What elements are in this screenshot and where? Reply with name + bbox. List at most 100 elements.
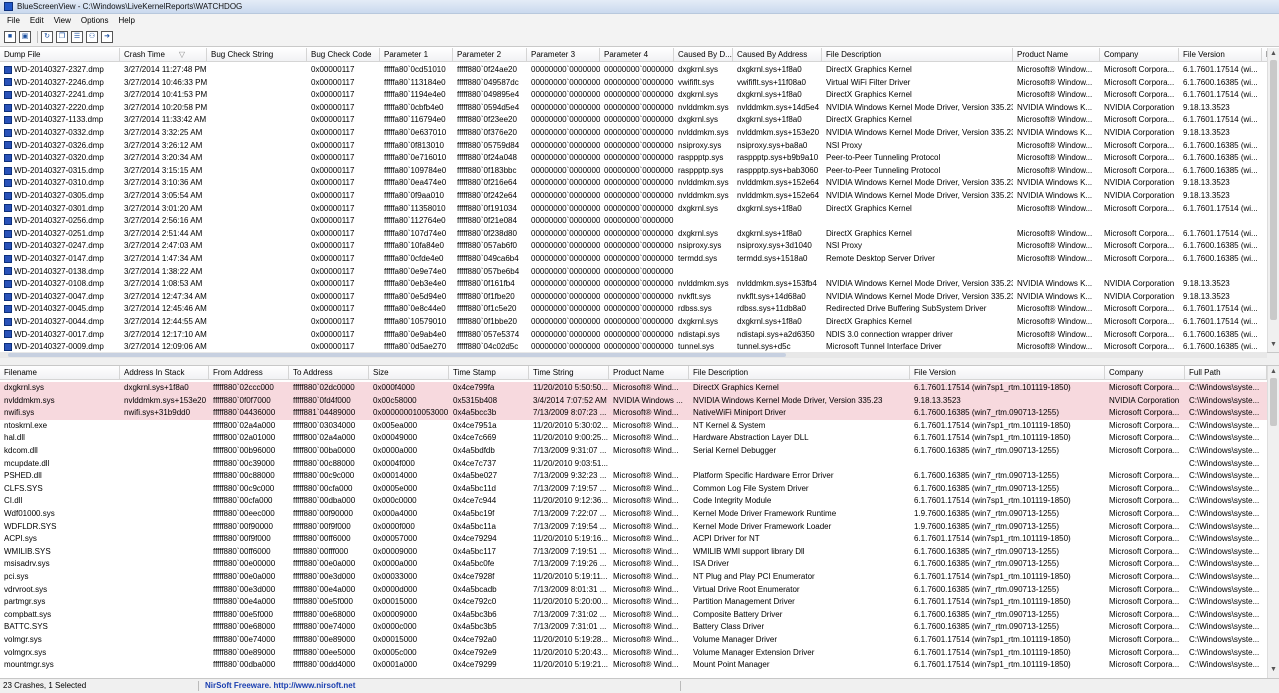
table-row[interactable]: WD-20140327-0045.dmp 3/27/2014 12:45:46 A… <box>0 303 1279 316</box>
save-selected-icon[interactable]: ▣ <box>19 30 31 43</box>
cell-file-description: DirectX Graphics Kernel <box>822 316 1013 329</box>
column-header-parameter-3[interactable]: Parameter 3 <box>527 48 600 62</box>
column-header-company[interactable]: Company <box>1105 366 1185 380</box>
crash-list[interactable]: Dump File Crash Time ▽ Bug Check String Bug … <box>0 48 1279 352</box>
table-row[interactable]: WD-20140327-0147.dmp 3/27/2014 1:47:34 AM… <box>0 253 1279 266</box>
column-header-full-path[interactable]: Full Path <box>1185 366 1267 380</box>
table-row[interactable]: WMILIB.SYS fffff880`00ff6000 fffff880`00ff… <box>0 546 1279 559</box>
table-row[interactable]: WD-20140327-0047.dmp 3/27/2014 12:47:34 A… <box>0 291 1279 304</box>
column-header-to-address[interactable]: To Address <box>289 366 369 380</box>
table-row[interactable]: Wdf01000.sys fffff880`00eec000 fffff880`00… <box>0 508 1279 521</box>
table-row[interactable]: WD-20140327-0315.dmp 3/27/2014 3:15:15 AM… <box>0 165 1279 178</box>
table-row[interactable]: WD-20140327-0017.dmp 3/27/2014 12:17:10 A… <box>0 329 1279 342</box>
table-row[interactable]: kdcom.dll fffff800`00b96000 fffff800`00ba0… <box>0 445 1279 458</box>
table-row[interactable]: PSHED.dll fffff880`00c88000 fffff880`00c9c… <box>0 470 1279 483</box>
table-row[interactable]: dxgkrnl.sys dxgkrnl.sys+1f8a0 fffff880`02c… <box>0 382 1279 395</box>
column-header-from-address[interactable]: From Address <box>209 366 289 380</box>
driver-list[interactable]: Filename Address In Stack From Address To A… <box>0 366 1279 678</box>
column-header-dump-file[interactable]: Dump File <box>0 48 120 62</box>
table-row[interactable]: WD-20140327-0009.dmp 3/27/2014 12:09:06 A… <box>0 341 1279 352</box>
column-header-crash-time[interactable]: Crash Time ▽ <box>120 48 207 62</box>
nirsoft-link[interactable]: NirSoft Freeware. http://www.nirsoft.net <box>205 679 355 693</box>
table-row[interactable]: WD-20140327-0320.dmp 3/27/2014 3:20:34 AM… <box>0 152 1279 165</box>
table-row[interactable]: compbatt.sys fffff880`00e5f000 fffff880`00… <box>0 609 1279 622</box>
table-row[interactable]: partmgr.sys fffff880`00e4a000 fffff880`00e… <box>0 596 1279 609</box>
menu-help[interactable]: Help <box>113 16 139 25</box>
column-header-product-name[interactable]: Product Name <box>609 366 689 380</box>
scroll-down-icon[interactable]: ▼ <box>1270 341 1277 348</box>
properties-icon[interactable]: ⚇ <box>86 30 98 43</box>
column-header-parameter-2[interactable]: Parameter 2 <box>453 48 527 62</box>
menu-edit[interactable]: Edit <box>25 16 49 25</box>
table-row[interactable]: WD-20140327-2327.dmp 3/27/2014 11:27:48 P… <box>0 64 1279 77</box>
table-row[interactable]: WD-20140327-0326.dmp 3/27/2014 3:26:12 AM… <box>0 140 1279 153</box>
scroll-down-icon[interactable]: ▼ <box>1270 666 1277 673</box>
html-report-icon[interactable]: ☰ <box>71 30 83 43</box>
crash-list-horizontal-scrollbar[interactable] <box>0 352 1267 358</box>
table-row[interactable]: nvlddmkm.sys nvlddmkm.sys+153e20 fffff880`… <box>0 394 1279 408</box>
table-row[interactable]: WD-20140327-0251.dmp 3/27/2014 2:51:44 AM… <box>0 228 1279 241</box>
menu-file[interactable]: File <box>2 16 25 25</box>
column-header-file-description[interactable]: File Description <box>822 48 1013 62</box>
column-header-company[interactable]: Company <box>1100 48 1179 62</box>
crash-list-vertical-scrollbar[interactable]: ▲ ▼ <box>1267 48 1279 352</box>
table-row[interactable]: WD-20140327-2220.dmp 3/27/2014 10:20:58 P… <box>0 102 1279 115</box>
column-header-size[interactable]: Size <box>369 366 449 380</box>
column-header-bug-check-string[interactable]: Bug Check String <box>207 48 307 62</box>
column-header-time-string[interactable]: Time String <box>529 366 609 380</box>
table-row[interactable]: ACPI.sys fffff880`00f9f000 fffff880`00ff60… <box>0 533 1279 546</box>
table-row[interactable]: vdrvroot.sys fffff880`00e3d000 fffff880`00… <box>0 584 1279 597</box>
column-header-product-name[interactable]: Product Name <box>1013 48 1100 62</box>
column-header-address-in-stack[interactable]: Address In Stack <box>120 366 209 380</box>
column-header-caused-by-address[interactable]: Caused By Address <box>733 48 822 62</box>
column-header-parameter-1[interactable]: Parameter 1 <box>380 48 453 62</box>
table-row[interactable]: WD-20140327-2241.dmp 3/27/2014 10:41:53 P… <box>0 89 1279 102</box>
table-row[interactable]: WDFLDR.SYS fffff880`00f90000 fffff880`00f9… <box>0 521 1279 534</box>
menu-view[interactable]: View <box>49 16 76 25</box>
column-header-caused-by-d[interactable]: Caused By D... <box>674 48 733 62</box>
column-header-file-description[interactable]: File Description <box>689 366 910 380</box>
column-header-time-stamp[interactable]: Time Stamp <box>449 366 529 380</box>
menu-options[interactable]: Options <box>76 16 114 25</box>
horizontal-scroll-thumb[interactable] <box>8 353 786 357</box>
table-row[interactable]: WD-20140327-0256.dmp 3/27/2014 2:56:16 AM… <box>0 215 1279 228</box>
exit-icon[interactable]: ➜ <box>101 30 113 43</box>
table-row[interactable]: nwifi.sys nwifi.sys+31b9dd0 fffff880`04436… <box>0 407 1279 420</box>
column-header-filename[interactable]: Filename <box>0 366 120 380</box>
table-row[interactable]: WD-20140327-0247.dmp 3/27/2014 2:47:03 AM… <box>0 240 1279 253</box>
table-row[interactable]: WD-20140327-0138.dmp 3/27/2014 1:38:22 AM… <box>0 266 1279 279</box>
table-row[interactable]: CLFS.SYS fffff880`00c9c000 fffff880`00cfa0… <box>0 483 1279 496</box>
table-row[interactable]: ntoskrnl.exe fffff800`02a4a000 fffff800`03… <box>0 420 1279 433</box>
save-icon[interactable]: ■ <box>4 30 16 43</box>
table-row[interactable]: WD-20140327-0044.dmp 3/27/2014 12:44:55 A… <box>0 316 1279 329</box>
scroll-thumb[interactable] <box>1270 60 1277 320</box>
table-row[interactable]: WD-20140327-0310.dmp 3/27/2014 3:10:36 AM… <box>0 177 1279 190</box>
table-row[interactable]: msisadrv.sys fffff880`00e00000 fffff880`00… <box>0 558 1279 571</box>
table-row[interactable]: pci.sys fffff880`00e0a000 fffff880`00e3d00… <box>0 571 1279 584</box>
refresh-icon[interactable]: ↻ <box>41 30 53 43</box>
column-header-bug-check-code[interactable]: Bug Check Code <box>307 48 380 62</box>
table-row[interactable]: CI.dll fffff880`00cfa000 fffff880`00dba000… <box>0 495 1279 508</box>
table-row[interactable]: WD-20140327-0108.dmp 3/27/2014 1:08:53 AM… <box>0 278 1279 291</box>
cell-text: dxgkrnl.sys <box>678 228 719 238</box>
copy-icon[interactable]: ❐ <box>56 30 68 43</box>
scroll-up-icon[interactable]: ▲ <box>1270 368 1277 375</box>
scroll-up-icon[interactable]: ▲ <box>1270 50 1277 57</box>
table-row[interactable]: hal.dll fffff800`02a01000 fffff800`02a4a00… <box>0 432 1279 445</box>
table-row[interactable]: BATTC.SYS fffff880`00e68000 fffff880`00e74… <box>0 621 1279 634</box>
table-row[interactable]: mcupdate.dll fffff880`00c39000 fffff880`00… <box>0 458 1279 471</box>
table-row[interactable]: WD-20140327-0301.dmp 3/27/2014 3:01:20 AM… <box>0 203 1279 216</box>
column-header-file-version[interactable]: File Version <box>910 366 1105 380</box>
table-row[interactable]: WD-20140327-2246.dmp 3/27/2014 10:46:33 P… <box>0 77 1279 90</box>
table-row[interactable]: WD-20140327-0305.dmp 3/27/2014 3:05:54 AM… <box>0 190 1279 203</box>
column-header-file-version[interactable]: File Version <box>1179 48 1262 62</box>
table-row[interactable]: volmgr.sys fffff880`00e74000 fffff880`00e8… <box>0 634 1279 647</box>
scroll-thumb[interactable] <box>1270 378 1277 426</box>
driver-list-vertical-scrollbar[interactable]: ▲ ▼ <box>1267 366 1279 678</box>
table-row[interactable]: WD-20140327-1133.dmp 3/27/2014 11:33:42 A… <box>0 114 1279 127</box>
table-row[interactable]: mountmgr.sys fffff880`00dba000 fffff880`00… <box>0 659 1279 672</box>
column-header-parameter-4[interactable]: Parameter 4 <box>600 48 674 62</box>
table-row[interactable]: volmgrx.sys fffff880`00e89000 fffff880`00e… <box>0 647 1279 660</box>
table-row[interactable]: WD-20140327-0332.dmp 3/27/2014 3:32:25 AM… <box>0 127 1279 140</box>
cell-text: Virtual Drive Root Enumerator <box>693 584 800 594</box>
